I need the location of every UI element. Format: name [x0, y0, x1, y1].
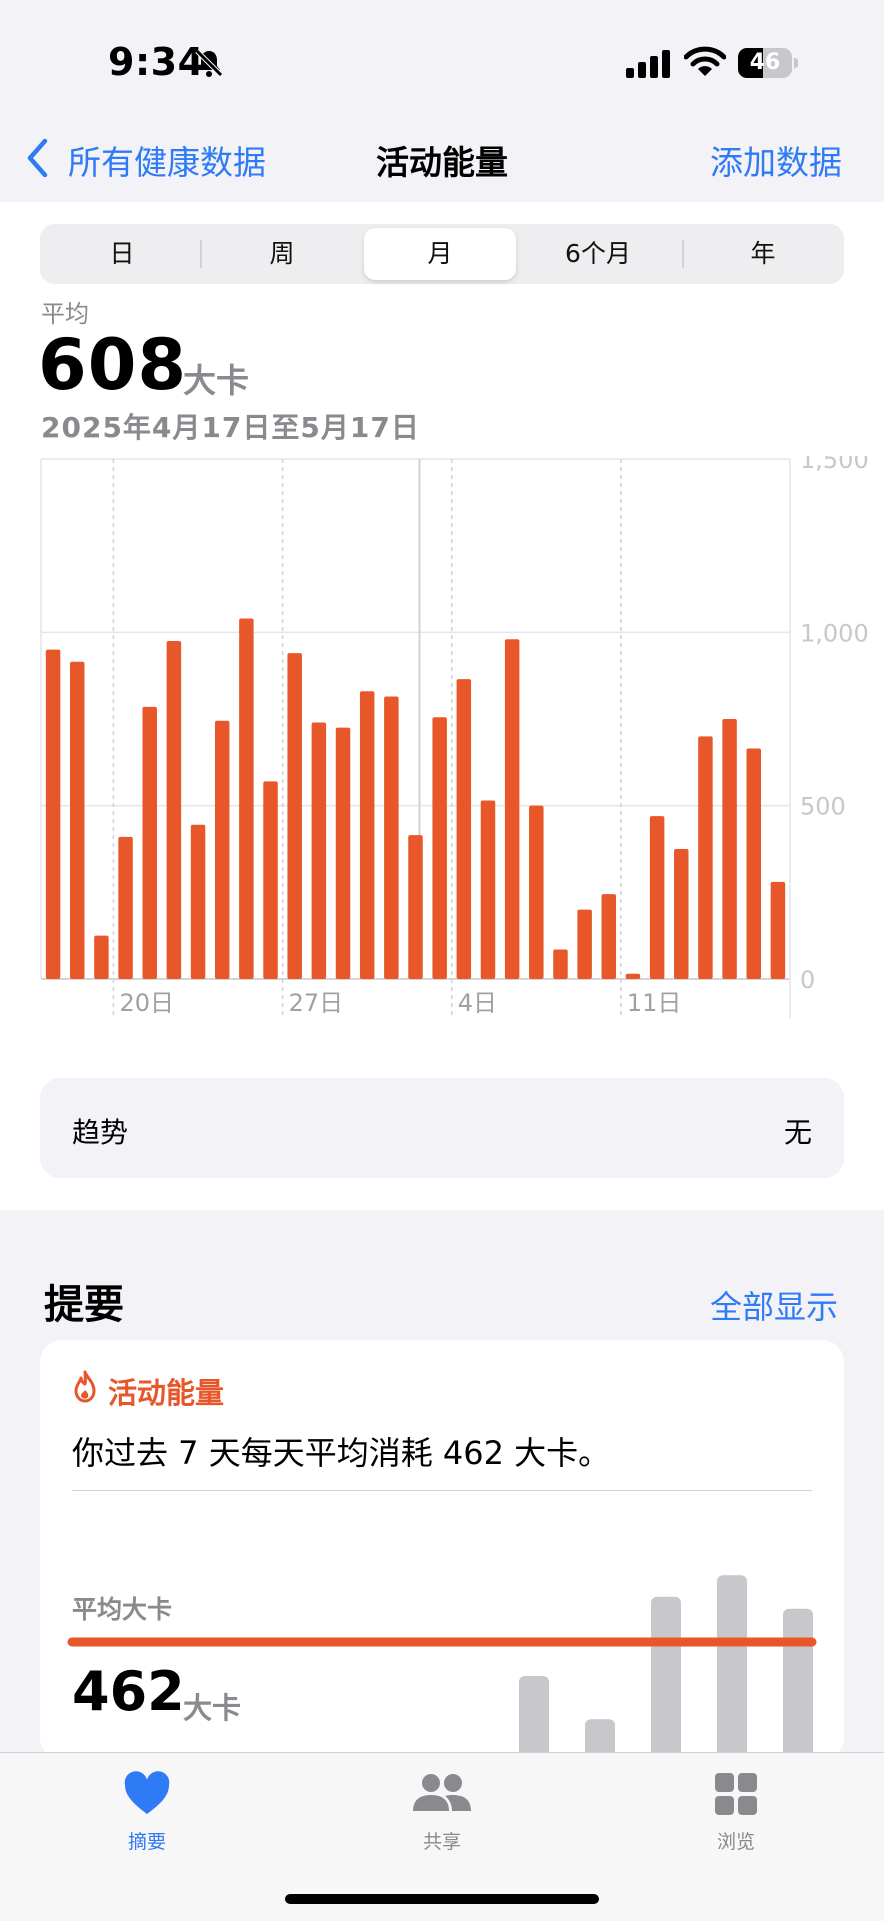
chart-bar: [384, 696, 399, 979]
wifi-icon: [684, 46, 726, 76]
y-tick-label: 0: [800, 966, 815, 994]
date-range: 2025年4月17日至5月17日: [41, 411, 420, 444]
highlight-card[interactable]: 活动能量 你过去 7 天每天平均消耗 462 大卡。 平均大卡 462 大卡: [40, 1340, 844, 1760]
trend-row[interactable]: 趋势 无: [40, 1078, 844, 1178]
chart-bar: [335, 727, 351, 979]
battery-level: 46: [749, 50, 781, 75]
tab-sharing[interactable]: 共享: [342, 1753, 542, 1873]
grid-icon: [715, 1773, 757, 1815]
show-all-button[interactable]: 全部显示: [710, 1282, 838, 1328]
y-tick-label: 1,000: [800, 619, 869, 647]
mini-chart-bar: [783, 1608, 813, 1760]
x-tick-label: 4日: [458, 989, 497, 1017]
card-category: 活动能量: [108, 1376, 225, 1410]
segment-week[interactable]: 周: [204, 228, 360, 280]
average-unit: 大卡: [183, 361, 249, 400]
bell-muted-icon: [195, 49, 223, 77]
chart-bar: [722, 719, 737, 979]
chart-bar: [649, 816, 665, 979]
chart-bar: [456, 679, 472, 979]
segment-day[interactable]: 日: [44, 228, 200, 280]
flame-icon: [74, 1370, 96, 1403]
chart-bar: [529, 805, 544, 979]
chart-bar: [674, 849, 689, 979]
status-time: 9:34: [108, 40, 205, 84]
x-tick-label: 20日: [119, 989, 174, 1017]
chart-bar: [190, 824, 206, 979]
chart-bar: [263, 781, 278, 979]
chart-bar: [214, 720, 230, 979]
tab-browse-label: 浏览: [716, 1831, 755, 1853]
chart-bar: [239, 618, 254, 979]
tab-browse[interactable]: 浏览: [636, 1753, 836, 1873]
divider: [72, 1490, 812, 1491]
chart-bar: [432, 717, 447, 979]
chart-bar: [504, 639, 520, 979]
average-calories-unit: 大卡: [183, 1691, 242, 1725]
y-tick-label: 500: [800, 793, 846, 821]
chart-bar: [698, 736, 713, 979]
trend-value: 无: [783, 1116, 812, 1149]
trend-label: 趋势: [72, 1116, 129, 1149]
battery-icon: 46: [738, 48, 798, 78]
navigation-bar: 所有健康数据 活动能量 添加数据: [0, 120, 884, 202]
tab-summary[interactable]: 摘要: [47, 1753, 247, 1873]
mini-chart-bar: [519, 1676, 549, 1760]
chart-bar: [359, 691, 375, 979]
chart-bar: [287, 653, 302, 979]
card-description: 你过去 7 天每天平均消耗 462 大卡。: [72, 1434, 611, 1472]
y-tick-label: 1,500: [800, 456, 869, 474]
chart-bar: [601, 894, 617, 979]
tab-sharing-label: 共享: [422, 1831, 461, 1853]
home-indicator: [285, 1894, 599, 1904]
segment-6-months[interactable]: 6个月: [520, 228, 676, 280]
chart-bar: [746, 748, 762, 979]
chart-bar: [480, 800, 496, 979]
chart-bar: [69, 661, 85, 979]
time-range-segmented-control: 日 周 月 6个月 年: [40, 224, 844, 284]
mini-chart-bar: [717, 1575, 747, 1760]
chart-bar: [142, 706, 157, 979]
x-tick-label: 11日: [627, 989, 682, 1017]
tab-summary-label: 摘要: [127, 1831, 166, 1853]
chart-bar: [45, 649, 61, 979]
segment-year[interactable]: 年: [686, 228, 840, 280]
status-bar: 9:34 46: [0, 0, 884, 120]
chart-bar: [94, 935, 109, 979]
chart-bar: [770, 881, 786, 979]
average-value: 608: [38, 324, 188, 406]
segment-month[interactable]: 月: [364, 228, 516, 280]
chart-bar: [118, 836, 133, 979]
add-data-button[interactable]: 添加数据: [710, 136, 842, 184]
mini-chart-bar: [651, 1596, 681, 1760]
average-calories-value: 462: [72, 1660, 185, 1723]
heart-icon: [124, 1771, 170, 1814]
activity-energy-bar-chart[interactable]: 1,500 1,000 500 0 20日 27日 4日 11日: [0, 456, 884, 1036]
average-calories-label: 平均大卡: [72, 1595, 173, 1624]
summary-title: 提要: [44, 1282, 124, 1328]
chart-bar: [166, 641, 182, 979]
activity-chart-section: 日 周 月 6个月 年 平均 608 大卡 2025年4月17日至5月17日 1…: [0, 202, 884, 1210]
cellular-signal-icon: [626, 48, 670, 78]
x-tick-label: 27日: [289, 989, 344, 1017]
people-icon: [413, 1774, 471, 1811]
chart-bar: [625, 973, 641, 979]
chart-bar: [408, 835, 423, 979]
chart-bar: [311, 722, 327, 979]
chart-bar: [553, 949, 568, 979]
chart-bar: [577, 909, 592, 979]
